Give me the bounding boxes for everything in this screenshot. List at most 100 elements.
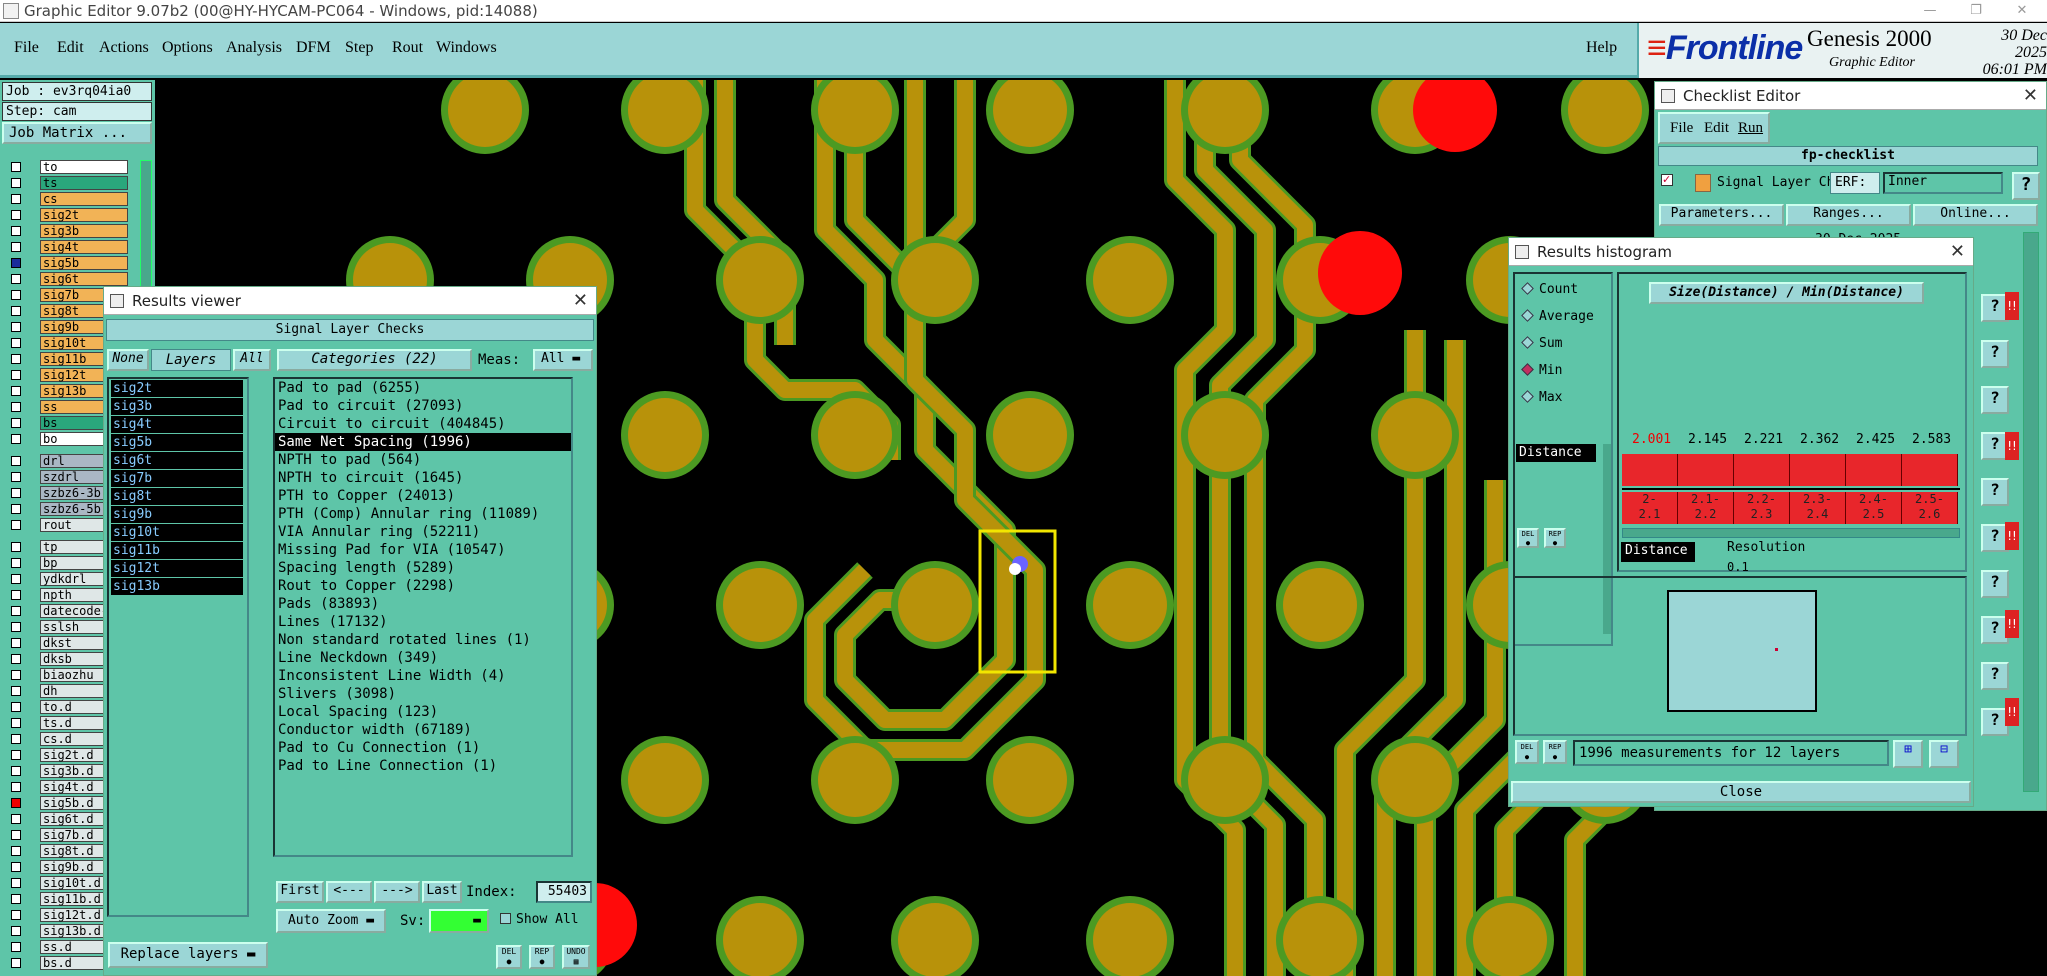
results-layer-item[interactable]: sig10t [111,524,243,541]
layer-checkbox[interactable] [11,402,21,412]
meas-dropdown[interactable]: All ▬ [533,349,593,371]
results-layer-item[interactable]: sig3b [111,398,243,415]
zoom-out-icon[interactable]: ⊟ [1929,740,1959,768]
help-icon[interactable]: ? [2012,172,2040,200]
layer-checkbox[interactable] [11,338,21,348]
highlighted-pad[interactable] [1318,231,1402,315]
replace-icon[interactable]: REP ● [1543,740,1567,764]
checklist-item-checkbox[interactable]: ✓ [1661,174,1673,186]
layer-checkbox[interactable] [11,418,21,428]
layer-checkbox[interactable] [11,162,21,172]
overview-map[interactable] [1667,590,1817,712]
pad[interactable] [818,743,892,817]
checklist-titlebar[interactable]: Checklist Editor ✕ [1655,82,2046,110]
layer-checkbox[interactable] [11,274,21,284]
layer-checkbox[interactable] [11,654,21,664]
layer-checkbox[interactable] [11,194,21,204]
histogram-bar[interactable] [1902,454,1958,486]
restore-button[interactable]: ❐ [1953,0,1999,22]
menu-actions[interactable]: Actions [99,39,149,57]
category-item[interactable]: Same Net Spacing (1996) [275,433,571,451]
histogram-bar[interactable] [1678,454,1734,486]
histogram-titlebar[interactable]: Results histogram ✕ [1509,238,1973,266]
layer-checkbox[interactable] [11,814,21,824]
category-item[interactable]: Inconsistent Line Width (4) [275,667,571,685]
results-category-list[interactable]: Pad to pad (6255) Pad to circuit (27093) C… [273,377,573,857]
layer-checkbox[interactable] [11,606,21,616]
first-button[interactable]: First [276,881,324,903]
replace-icon[interactable]: REP ● [1544,528,1566,548]
category-item[interactable]: Pad to pad (6255) [275,379,571,397]
category-item[interactable]: Pad to Cu Connection (1) [275,739,571,757]
help-icon[interactable]: ? [1981,386,2009,414]
category-item[interactable]: Missing Pad for VIA (10547) [275,541,571,559]
layer-checkbox[interactable] [11,958,21,968]
pad[interactable] [898,903,972,976]
job-matrix-button[interactable]: Job Matrix ... [2,122,152,144]
mode-min[interactable]: Min [1521,363,1562,378]
all-layers-button[interactable]: All [233,349,271,371]
layer-name[interactable]: sig6t [40,272,128,286]
delete-icon[interactable]: DEL ● [1517,528,1539,548]
pad[interactable] [723,243,797,317]
help-icon[interactable]: ? [1981,478,2009,506]
layer-checkbox[interactable] [11,306,21,316]
close-button[interactable]: Close [1511,781,1971,803]
close-icon[interactable]: ✕ [1950,241,1965,262]
histogram-bar[interactable] [1734,454,1790,486]
layer-checkbox[interactable] [11,622,21,632]
layer-name[interactable]: cs [40,192,128,206]
results-layer-item[interactable]: sig13b [111,578,243,595]
results-layer-item[interactable]: sig5b [111,434,243,451]
histogram-bar[interactable] [1846,454,1902,486]
category-item[interactable]: Slivers (3098) [275,685,571,703]
pad[interactable] [1188,743,1262,817]
help-icon[interactable]: ? [1981,340,2009,368]
menu-dfm[interactable]: DFM [296,39,331,57]
close-icon[interactable]: ✕ [573,290,588,311]
layer-checkbox[interactable] [11,290,21,300]
layer-checkbox[interactable] [11,734,21,744]
layer-checkbox[interactable] [11,242,21,252]
auto-zoom-dropdown[interactable]: Auto Zoom ▬ [276,909,386,933]
pad[interactable] [723,903,797,976]
layer-checkbox[interactable] [11,542,21,552]
category-item[interactable]: Pad to Line Connection (1) [275,757,571,775]
category-item[interactable]: Pad to circuit (27093) [275,397,571,415]
layer-row[interactable]: sig5b [6,255,128,271]
layer-checkbox[interactable] [11,558,21,568]
category-item[interactable]: Non standard rotated lines (1) [275,631,571,649]
parameters-button[interactable]: Parameters... [1659,204,1784,226]
run-status-icon[interactable]: !! [2005,292,2019,320]
category-item[interactable]: PTH to Copper (24013) [275,487,571,505]
layer-checkbox[interactable] [11,782,21,792]
layer-row[interactable]: to [6,159,128,175]
close-window-button[interactable]: ✕ [1999,0,2045,22]
layer-checkbox[interactable] [11,520,21,530]
layer-checkbox[interactable] [11,590,21,600]
results-layer-item[interactable]: sig2t [111,380,243,397]
layer-checkbox[interactable] [11,386,21,396]
category-item[interactable]: NPTH to pad (564) [275,451,571,469]
layer-checkbox[interactable] [11,910,21,920]
layer-checkbox[interactable] [11,830,21,840]
run-status-icon[interactable]: !! [2005,522,2019,550]
menu-step[interactable]: Step [345,39,373,57]
category-item[interactable]: Line Neckdown (349) [275,649,571,667]
category-item[interactable]: Pads (83893) [275,595,571,613]
results-layer-item[interactable]: sig6t [111,452,243,469]
layer-name[interactable]: sig4t [40,240,128,254]
checklist-scrollbar[interactable] [2023,232,2039,792]
layer-row[interactable]: sig6t [6,271,128,287]
layer-name[interactable]: ts [40,176,128,190]
next-button[interactable]: ---> [374,881,420,903]
pad[interactable] [993,743,1067,817]
layer-name[interactable]: to [40,160,128,174]
measure-list-item[interactable]: Distance [1516,444,1596,462]
menu-edit[interactable]: Edit [57,39,84,57]
pad[interactable] [1093,903,1167,976]
run-status-icon[interactable]: !! [2005,698,2019,726]
results-viewer-titlebar[interactable]: Results viewer ✕ [104,287,596,315]
layer-checkbox[interactable] [11,702,21,712]
layer-row[interactable]: sig4t [6,239,128,255]
